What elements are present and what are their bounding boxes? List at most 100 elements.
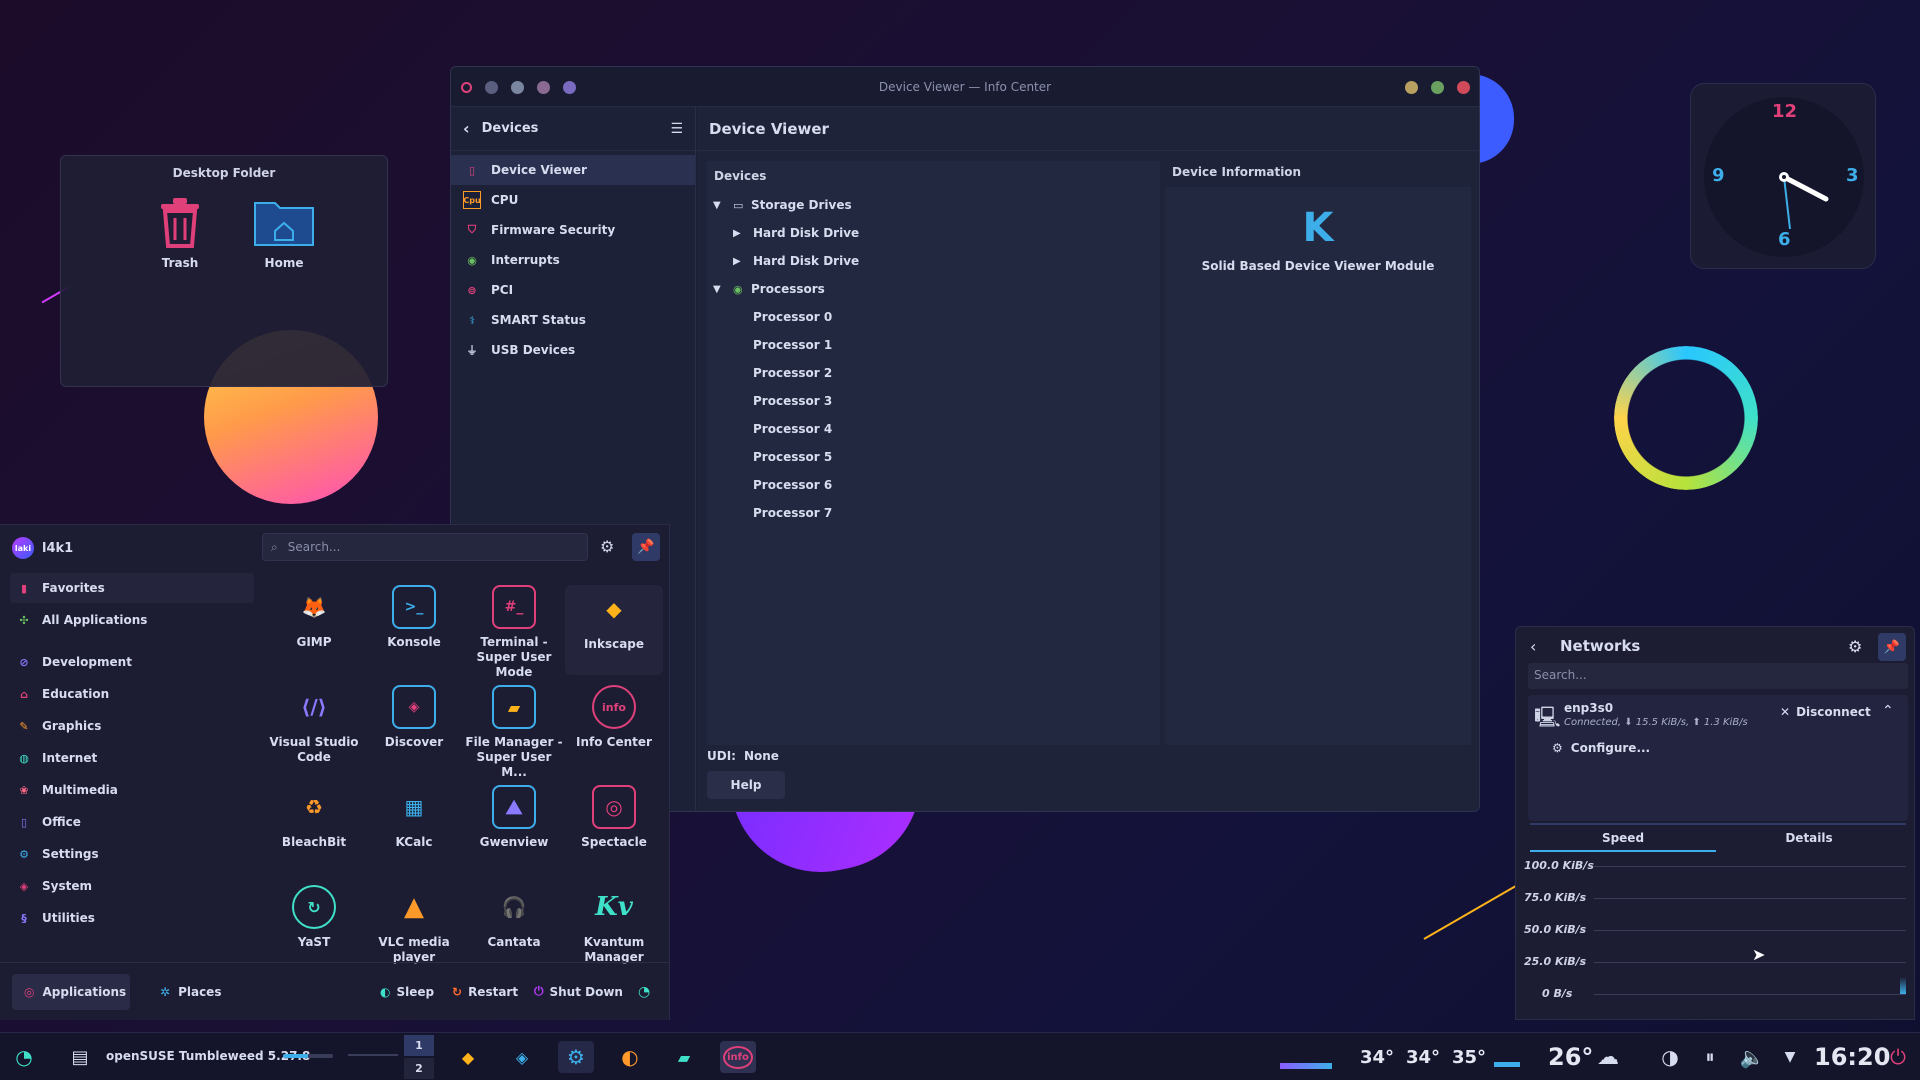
show-desktop-icon[interactable]: ▤ [62,1041,98,1073]
app-inkscape[interactable]: ◆ Inkscape [565,585,663,675]
applications-tab[interactable]: ◎ Applications [12,973,130,1010]
help-button[interactable]: Help [707,771,785,799]
collapse-icon[interactable]: ⌃ [1882,703,1894,719]
app-spectacle[interactable]: ◎ Spectacle [565,785,663,850]
disconnect-icon: ✕ [1780,705,1791,719]
category-multimedia[interactable]: ❀ Multimedia [10,775,254,805]
category-utilities[interactable]: § Utilities [10,903,254,933]
progress-slider[interactable] [283,1054,333,1058]
category-system[interactable]: ◈ System [10,871,254,901]
pause-media-icon[interactable]: ⏸ [1692,1041,1728,1073]
app-vscode[interactable]: ⟨/⟩ Visual Studio Code [265,685,363,765]
tree-item-processor[interactable]: Processor 5 [707,443,1160,471]
tree-item-processor[interactable]: Processor 3 [707,387,1160,415]
discover-icon[interactable]: ◈ [504,1041,540,1073]
app-discover[interactable]: ◈ Discover [365,685,463,750]
app-gimp[interactable]: 🦊 GIMP [265,585,363,650]
night-color-icon[interactable]: ◑ [1652,1041,1688,1073]
app-kvantum[interactable]: Kv Kvantum Manager [565,885,663,965]
launcher-icon[interactable]: ◔ [6,1041,42,1073]
desktop-1[interactable]: 1 [404,1035,434,1056]
power-icon[interactable]: ⏻ [1880,1041,1916,1073]
app-info-center[interactable]: info Info Center [565,685,663,750]
disconnect-button[interactable]: ✕ Disconnect [1780,705,1871,719]
app-terminal-su[interactable]: #_ Terminal - Super User Mode [465,585,563,680]
close-button[interactable] [1457,81,1470,94]
restart-icon: ↻ [452,984,463,999]
user-info[interactable]: laki l4k1 [12,537,73,559]
configure-button[interactable]: ⚙ Configure... [1552,741,1650,755]
virtual-desktop-pager[interactable]: 1 2 [404,1035,434,1079]
category-favorites[interactable]: ▮ Favorites [10,573,254,603]
category-all-applications[interactable]: ✣ All Applications [10,605,254,635]
network-search-input[interactable]: Search... [1528,663,1908,689]
sidebar-item-cpu[interactable]: Cpu CPU [451,185,695,215]
clock-time[interactable]: 16:20 [1814,1043,1890,1071]
minimize-button[interactable] [1405,81,1418,94]
progress-track [348,1054,398,1056]
pin-icon[interactable]: 📌 [632,533,660,561]
window-titlebar[interactable]: Device Viewer — Info Center [451,67,1479,107]
app-cantata[interactable]: 🎧 Cantata [465,885,563,950]
sidebar-item-firmware-security[interactable]: ⛉ Firmware Security [451,215,695,245]
sidebar-item-usb-devices[interactable]: ⏚ USB Devices [451,335,695,365]
category-development[interactable]: ⊘ Development [10,647,254,677]
hamburger-menu-icon[interactable]: ☰ [670,121,683,137]
tab-speed[interactable]: Speed [1530,831,1716,852]
configure-gear-icon[interactable]: ⚙ [1848,637,1862,656]
app-file-manager-su[interactable]: ▰ File Manager - Super User M... [465,685,563,780]
info-center-icon[interactable]: info [720,1041,756,1073]
firefox-icon[interactable]: ◐ [612,1041,648,1073]
app-yast[interactable]: ↻ YaST [265,885,363,950]
home-item[interactable]: Home [239,194,329,270]
connection-item[interactable]: 🖳 enp3s0 Connected, ⬇ 15.5 KiB/s, ⬆ 1.3 … [1528,695,1908,821]
app-bleachbit[interactable]: ♻ BleachBit [265,785,363,850]
tree-item-processors[interactable]: ▼ ◉ Processors [707,275,1160,303]
tree-item-processor[interactable]: Processor 2 [707,359,1160,387]
sidebar-item-smart-status[interactable]: ⚕ SMART Status [451,305,695,335]
category-settings[interactable]: ⚙ Settings [10,839,254,869]
cloud-icon[interactable]: ☁ [1590,1041,1626,1073]
stethoscope-icon: ⚕ [469,313,475,327]
file-manager-icon[interactable]: ▰ [666,1041,702,1073]
inkscape-icon[interactable]: ◆ [450,1041,486,1073]
pin-icon[interactable]: 📌 [1878,633,1906,661]
back-icon[interactable]: ‹ [463,119,470,138]
app-konsole[interactable]: >_ Konsole [365,585,463,650]
settings-icon[interactable]: ⚙ [558,1041,594,1073]
category-office[interactable]: ▯ Office [10,807,254,837]
tree-item-processor[interactable]: Processor 4 [707,415,1160,443]
restart-button[interactable]: ↻ Restart [452,985,518,999]
app-vlc[interactable]: ▲ VLC media player [365,885,463,965]
tree-item-processor[interactable]: Processor 1 [707,331,1160,359]
tree-item-processor[interactable]: Processor 7 [707,499,1160,527]
tree-item-hard-disk-drive[interactable]: ▶ Hard Disk Drive [707,247,1160,275]
category-label: Settings [42,847,99,861]
sidebar-item-device-viewer[interactable]: ▯ Device Viewer [451,155,695,185]
tab-details[interactable]: Details [1716,831,1902,845]
desktop-2[interactable]: 2 [404,1058,434,1079]
tree-item-storage-drives[interactable]: ▼ ▭ Storage Drives [707,191,1160,219]
sidebar-item-pci[interactable]: ⊚ PCI [451,275,695,305]
tree-item-processor[interactable]: Processor 6 [707,471,1160,499]
chevron-down-icon[interactable]: ▼ [1772,1041,1808,1073]
category-education[interactable]: ⌂ Education [10,679,254,709]
sleep-button[interactable]: ◐ Sleep [380,985,434,999]
category-internet[interactable]: ◍ Internet [10,743,254,773]
session-menu-icon[interactable]: ◔ [638,984,650,1000]
tree-item-hard-disk-drive[interactable]: ▶ Hard Disk Drive [707,219,1160,247]
volume-icon[interactable]: 🔈 [1734,1041,1770,1073]
app-kcalc[interactable]: ▦ KCalc [365,785,463,850]
trash-item[interactable]: Trash [135,194,225,270]
places-tab[interactable]: ✲ Places [160,985,221,999]
shutdown-button[interactable]: ⏻ Shut Down [534,984,623,999]
discover-icon: ◈ [392,685,436,729]
maximize-button[interactable] [1431,81,1444,94]
configure-gear-icon[interactable]: ⚙ [600,537,614,556]
category-graphics[interactable]: ✎ Graphics [10,711,254,741]
search-input[interactable]: ⌕ Search... [262,533,588,561]
back-icon[interactable]: ‹ [1530,637,1536,656]
tree-item-processor[interactable]: Processor 0 [707,303,1160,331]
sidebar-item-interrupts[interactable]: ◉ Interrupts [451,245,695,275]
app-gwenview[interactable]: ⛰ Gwenview [465,785,563,850]
